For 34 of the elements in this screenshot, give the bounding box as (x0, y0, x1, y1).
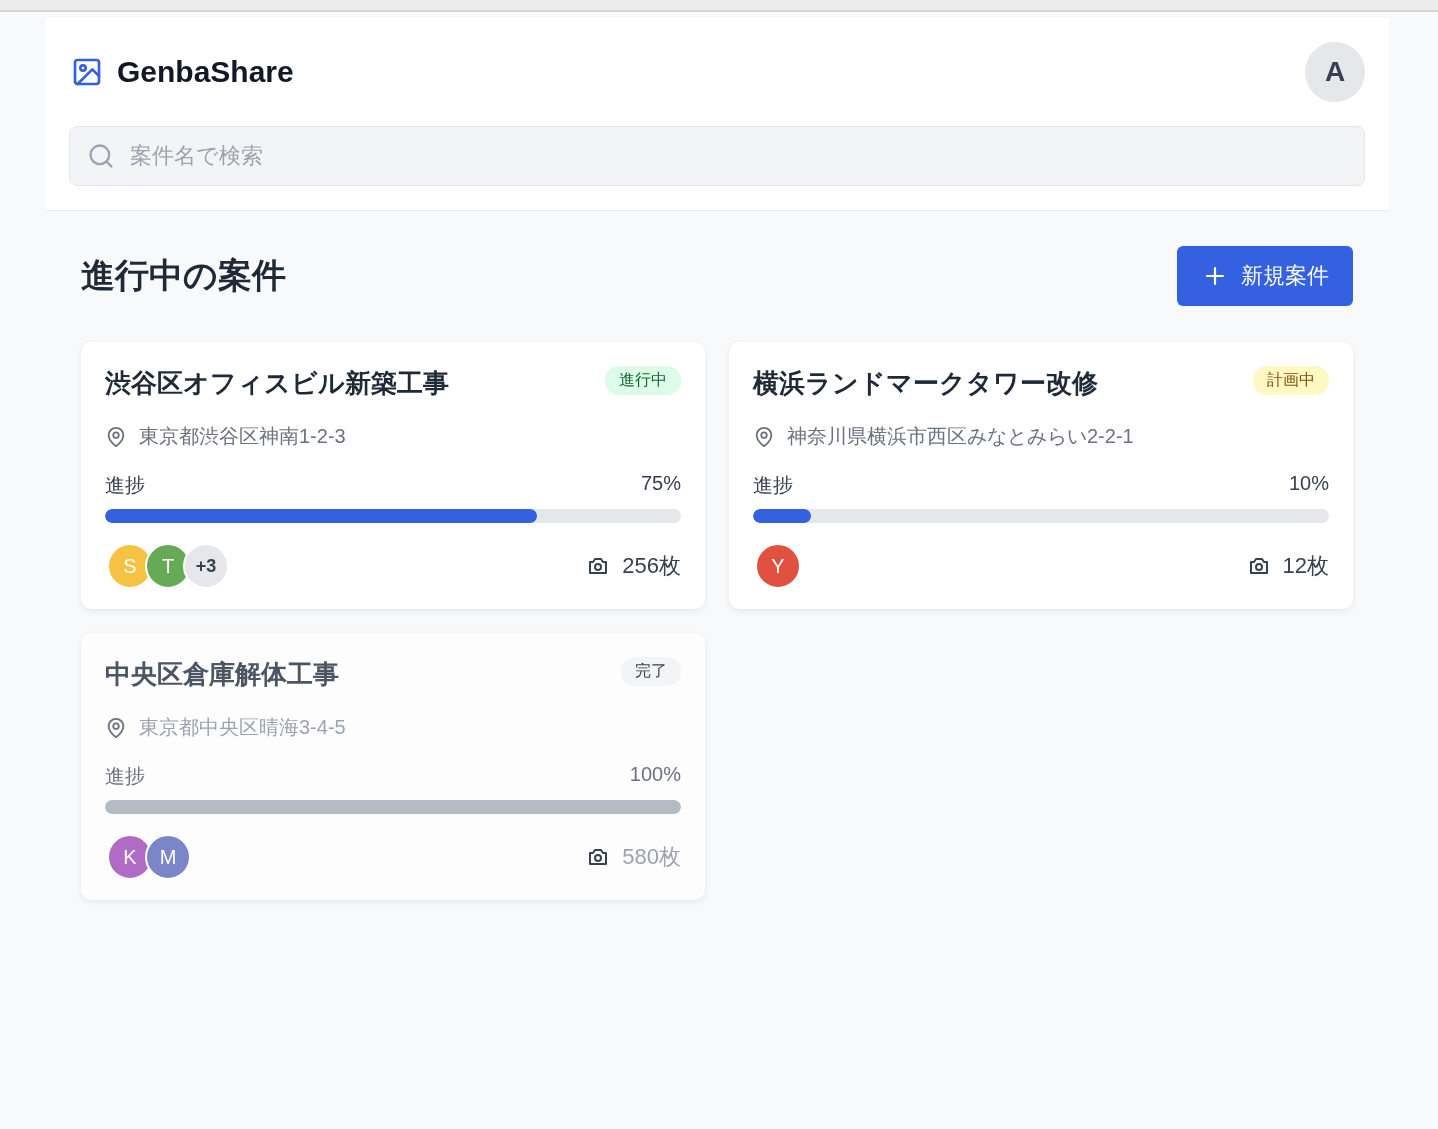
member-avatar: Y (755, 543, 801, 589)
photo-count: 580枚 (622, 843, 681, 871)
search-field[interactable]: 案件名で検索 (69, 126, 1365, 186)
progress-label: 進捗 (105, 764, 145, 789)
progress-percent: 100% (629, 763, 681, 787)
status-badge: 進行中 (605, 366, 681, 395)
status-badge: 計画中 (1253, 366, 1329, 395)
progress-label: 進捗 (753, 473, 793, 498)
project-name: 中央区倉庫解体工事 (105, 658, 339, 691)
user-avatar[interactable]: A (1305, 42, 1365, 102)
project-card[interactable]: 横浜ランドマークタワー改修 計画中 神奈川県横浜市西区みなとみらい2-2-1 進捗 10% Y 12枚 (729, 342, 1353, 609)
status-badge: 完了 (621, 657, 681, 686)
map-pin-icon (105, 425, 127, 448)
project-card[interactable]: 中央区倉庫解体工事 完了 東京都中央区晴海3-4-5 進捗 100% K M 580枚 (81, 633, 705, 900)
image-icon (71, 56, 103, 88)
plus-icon (1203, 264, 1227, 288)
project-address: 東京都中央区晴海3-4-5 (139, 715, 346, 740)
section-title: 進行中の案件 (81, 255, 286, 296)
progress-percent: 75% (640, 472, 681, 496)
more-members-count: +3 (183, 543, 229, 589)
map-pin-icon (753, 425, 775, 448)
progress-percent: 10% (1288, 472, 1329, 496)
app-name: GenbaShare (117, 55, 294, 89)
progress-label: 進捗 (105, 473, 145, 498)
map-pin-icon (105, 716, 127, 739)
project-address: 神奈川県横浜市西区みなとみらい2-2-1 (787, 424, 1134, 449)
project-name: 渋谷区オフィスビル新築工事 (105, 367, 449, 400)
member-avatar: M (145, 834, 191, 880)
project-name: 横浜ランドマークタワー改修 (753, 367, 1098, 400)
project-card[interactable]: 渋谷区オフィスビル新築工事 進行中 東京都渋谷区神南1-2-3 進捗 75% S T +3 256枚 (81, 342, 705, 609)
photo-count: 256枚 (622, 552, 681, 580)
photo-count: 12枚 (1282, 552, 1329, 580)
new-project-button[interactable]: 新規案件 (1177, 246, 1353, 306)
project-address: 東京都渋谷区神南1-2-3 (139, 424, 346, 449)
